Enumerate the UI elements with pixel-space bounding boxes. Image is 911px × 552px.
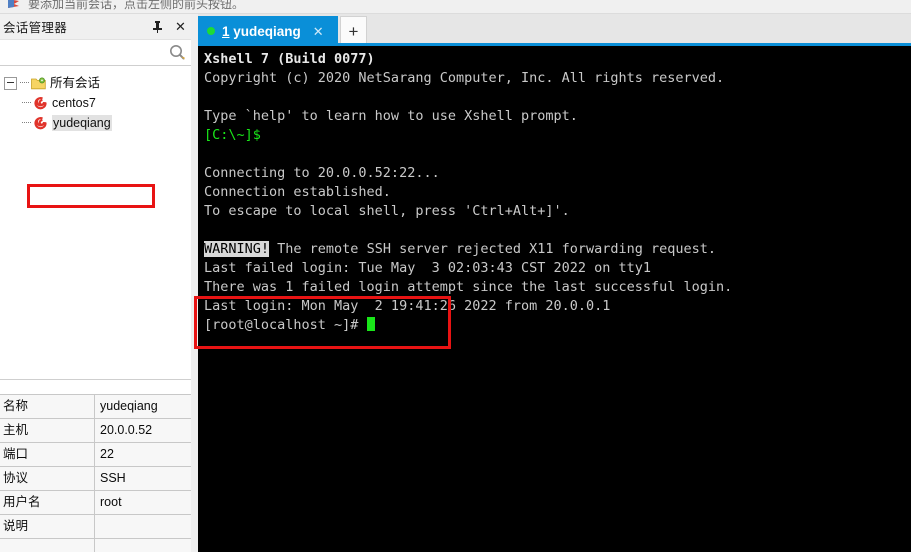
- session-manager-panel: 会话管理器 ✕ 所有会话 centos7 yudeqiang 名称 yudeqi…: [0, 14, 191, 552]
- tree-node-label: yudeqiang: [52, 115, 112, 131]
- terminal-cursor: [366, 317, 375, 331]
- property-value: 20.0.0.52: [95, 419, 191, 442]
- close-icon[interactable]: ✕: [174, 20, 187, 34]
- terminal-text: Last failed login: Tue May 3 02:03:43 CS…: [204, 260, 652, 276]
- notice-text: 要添加当前会话，点击左侧的前头按钮。: [28, 0, 245, 11]
- terminal-line: Last failed login: Tue May 3 02:03:43 CS…: [204, 259, 911, 278]
- property-key: 用户名: [0, 491, 95, 514]
- session-manager-header: 会话管理器 ✕: [0, 14, 191, 40]
- terminal-text: Copyright (c) 2020 NetSarang Computer, I…: [204, 70, 725, 86]
- terminal-text: There was 1 failed login attempt since t…: [204, 279, 733, 295]
- xshell-window: 要添加当前会话，点击左侧的前头按钮。 会话管理器 ✕ 所有会话 centos7 …: [0, 0, 911, 552]
- terminal-text: Last login: Mon May 2 19:41:26 2022 from…: [204, 298, 611, 314]
- property-key: 端口: [0, 443, 95, 466]
- table-row: [0, 539, 191, 552]
- property-key: 名称: [0, 395, 95, 418]
- property-key: [0, 539, 95, 552]
- terminal-line: Copyright (c) 2020 NetSarang Computer, I…: [204, 69, 911, 88]
- session-properties-table: 名称 yudeqiang 主机 20.0.0.52 端口 22 协议 SSH 用…: [0, 394, 191, 552]
- session-icon: [33, 96, 48, 110]
- terminal-text: Connection established.: [204, 184, 391, 200]
- table-row: 说明: [0, 515, 191, 539]
- tab-label: 1 yudeqiang: [222, 24, 301, 39]
- search-input[interactable]: [0, 40, 170, 64]
- tree-node-all-sessions[interactable]: 所有会话: [0, 73, 191, 93]
- terminal-line: Connecting to 20.0.0.52:22...: [204, 164, 911, 183]
- table-row: 端口 22: [0, 443, 191, 467]
- property-value: yudeqiang: [95, 395, 191, 418]
- tree-node-label: centos7: [52, 96, 96, 110]
- tree-connector: [20, 82, 29, 84]
- terminal-text: The remote SSH server rejected X11 forwa…: [269, 241, 717, 257]
- session-tree: 所有会话 centos7 yudeqiang: [0, 66, 191, 380]
- terminal-text: [root@localhost ~]#: [204, 317, 367, 333]
- tree-node-centos7[interactable]: centos7: [0, 93, 191, 113]
- table-row: 主机 20.0.0.52: [0, 419, 191, 443]
- table-row: 名称 yudeqiang: [0, 395, 191, 419]
- property-value: [95, 515, 191, 538]
- terminal-line: WARNING! The remote SSH server rejected …: [204, 240, 911, 259]
- tab-number: 1: [222, 23, 230, 39]
- red-highlight-session-yudeqiang: [27, 184, 155, 208]
- tree-connector: [22, 102, 31, 104]
- tab-bar: 1 yudeqiang ✕ +: [198, 14, 911, 46]
- session-manager-title: 会话管理器: [3, 21, 68, 35]
- search-row: [0, 40, 191, 66]
- terminal-text: Xshell 7 (Build 0077): [204, 51, 375, 67]
- property-key: 主机: [0, 419, 95, 442]
- terminal-line: Last login: Mon May 2 19:41:26 2022 from…: [204, 297, 911, 316]
- property-value: 22: [95, 443, 191, 466]
- terminal-line: Xshell 7 (Build 0077): [204, 50, 911, 69]
- tab-yudeqiang[interactable]: 1 yudeqiang ✕: [198, 16, 338, 46]
- terminal-line: [C:\~]$: [204, 126, 911, 145]
- terminal-line: There was 1 failed login attempt since t…: [204, 278, 911, 297]
- property-value: [95, 539, 191, 552]
- terminal-text: To escape to local shell, press 'Ctrl+Al…: [204, 203, 570, 219]
- terminal-line: [root@localhost ~]#: [204, 316, 911, 335]
- close-icon[interactable]: ✕: [313, 25, 324, 38]
- tab-title: yudeqiang: [229, 23, 301, 39]
- session-icon: [33, 116, 48, 130]
- connected-dot-icon: [207, 27, 215, 35]
- tree-connector: [22, 122, 31, 124]
- terminal-line: Type `help' to learn how to use Xshell p…: [204, 107, 911, 126]
- terminal-text: [C:\~]$: [204, 127, 261, 143]
- property-key: 说明: [0, 515, 95, 538]
- new-tab-icon[interactable]: +: [340, 16, 367, 46]
- folder-icon: [31, 76, 46, 90]
- collapse-expander-icon[interactable]: [4, 76, 17, 90]
- tree-node-yudeqiang[interactable]: yudeqiang: [0, 113, 191, 133]
- terminal-line: To escape to local shell, press 'Ctrl+Al…: [204, 202, 911, 221]
- terminal-line: Connection established.: [204, 183, 911, 202]
- property-value: root: [95, 491, 191, 514]
- table-row: 协议 SSH: [0, 467, 191, 491]
- terminal-output[interactable]: Xshell 7 (Build 0077) Copyright (c) 2020 …: [198, 46, 911, 552]
- property-value: SSH: [95, 467, 191, 490]
- pin-icon[interactable]: [151, 20, 164, 34]
- warning-badge: WARNING!: [204, 241, 270, 257]
- table-row: 用户名 root: [0, 491, 191, 515]
- flag-icon: [6, 0, 22, 11]
- panel-splitter[interactable]: [191, 14, 198, 552]
- notice-bar: 要添加当前会话，点击左侧的前头按钮。: [0, 0, 911, 14]
- search-icon[interactable]: [169, 44, 186, 61]
- terminal-text: Connecting to 20.0.0.52:22...: [204, 165, 440, 181]
- terminal-text: Type `help' to learn how to use Xshell p…: [204, 108, 578, 124]
- property-key: 协议: [0, 467, 95, 490]
- tree-node-label: 所有会话: [50, 76, 101, 90]
